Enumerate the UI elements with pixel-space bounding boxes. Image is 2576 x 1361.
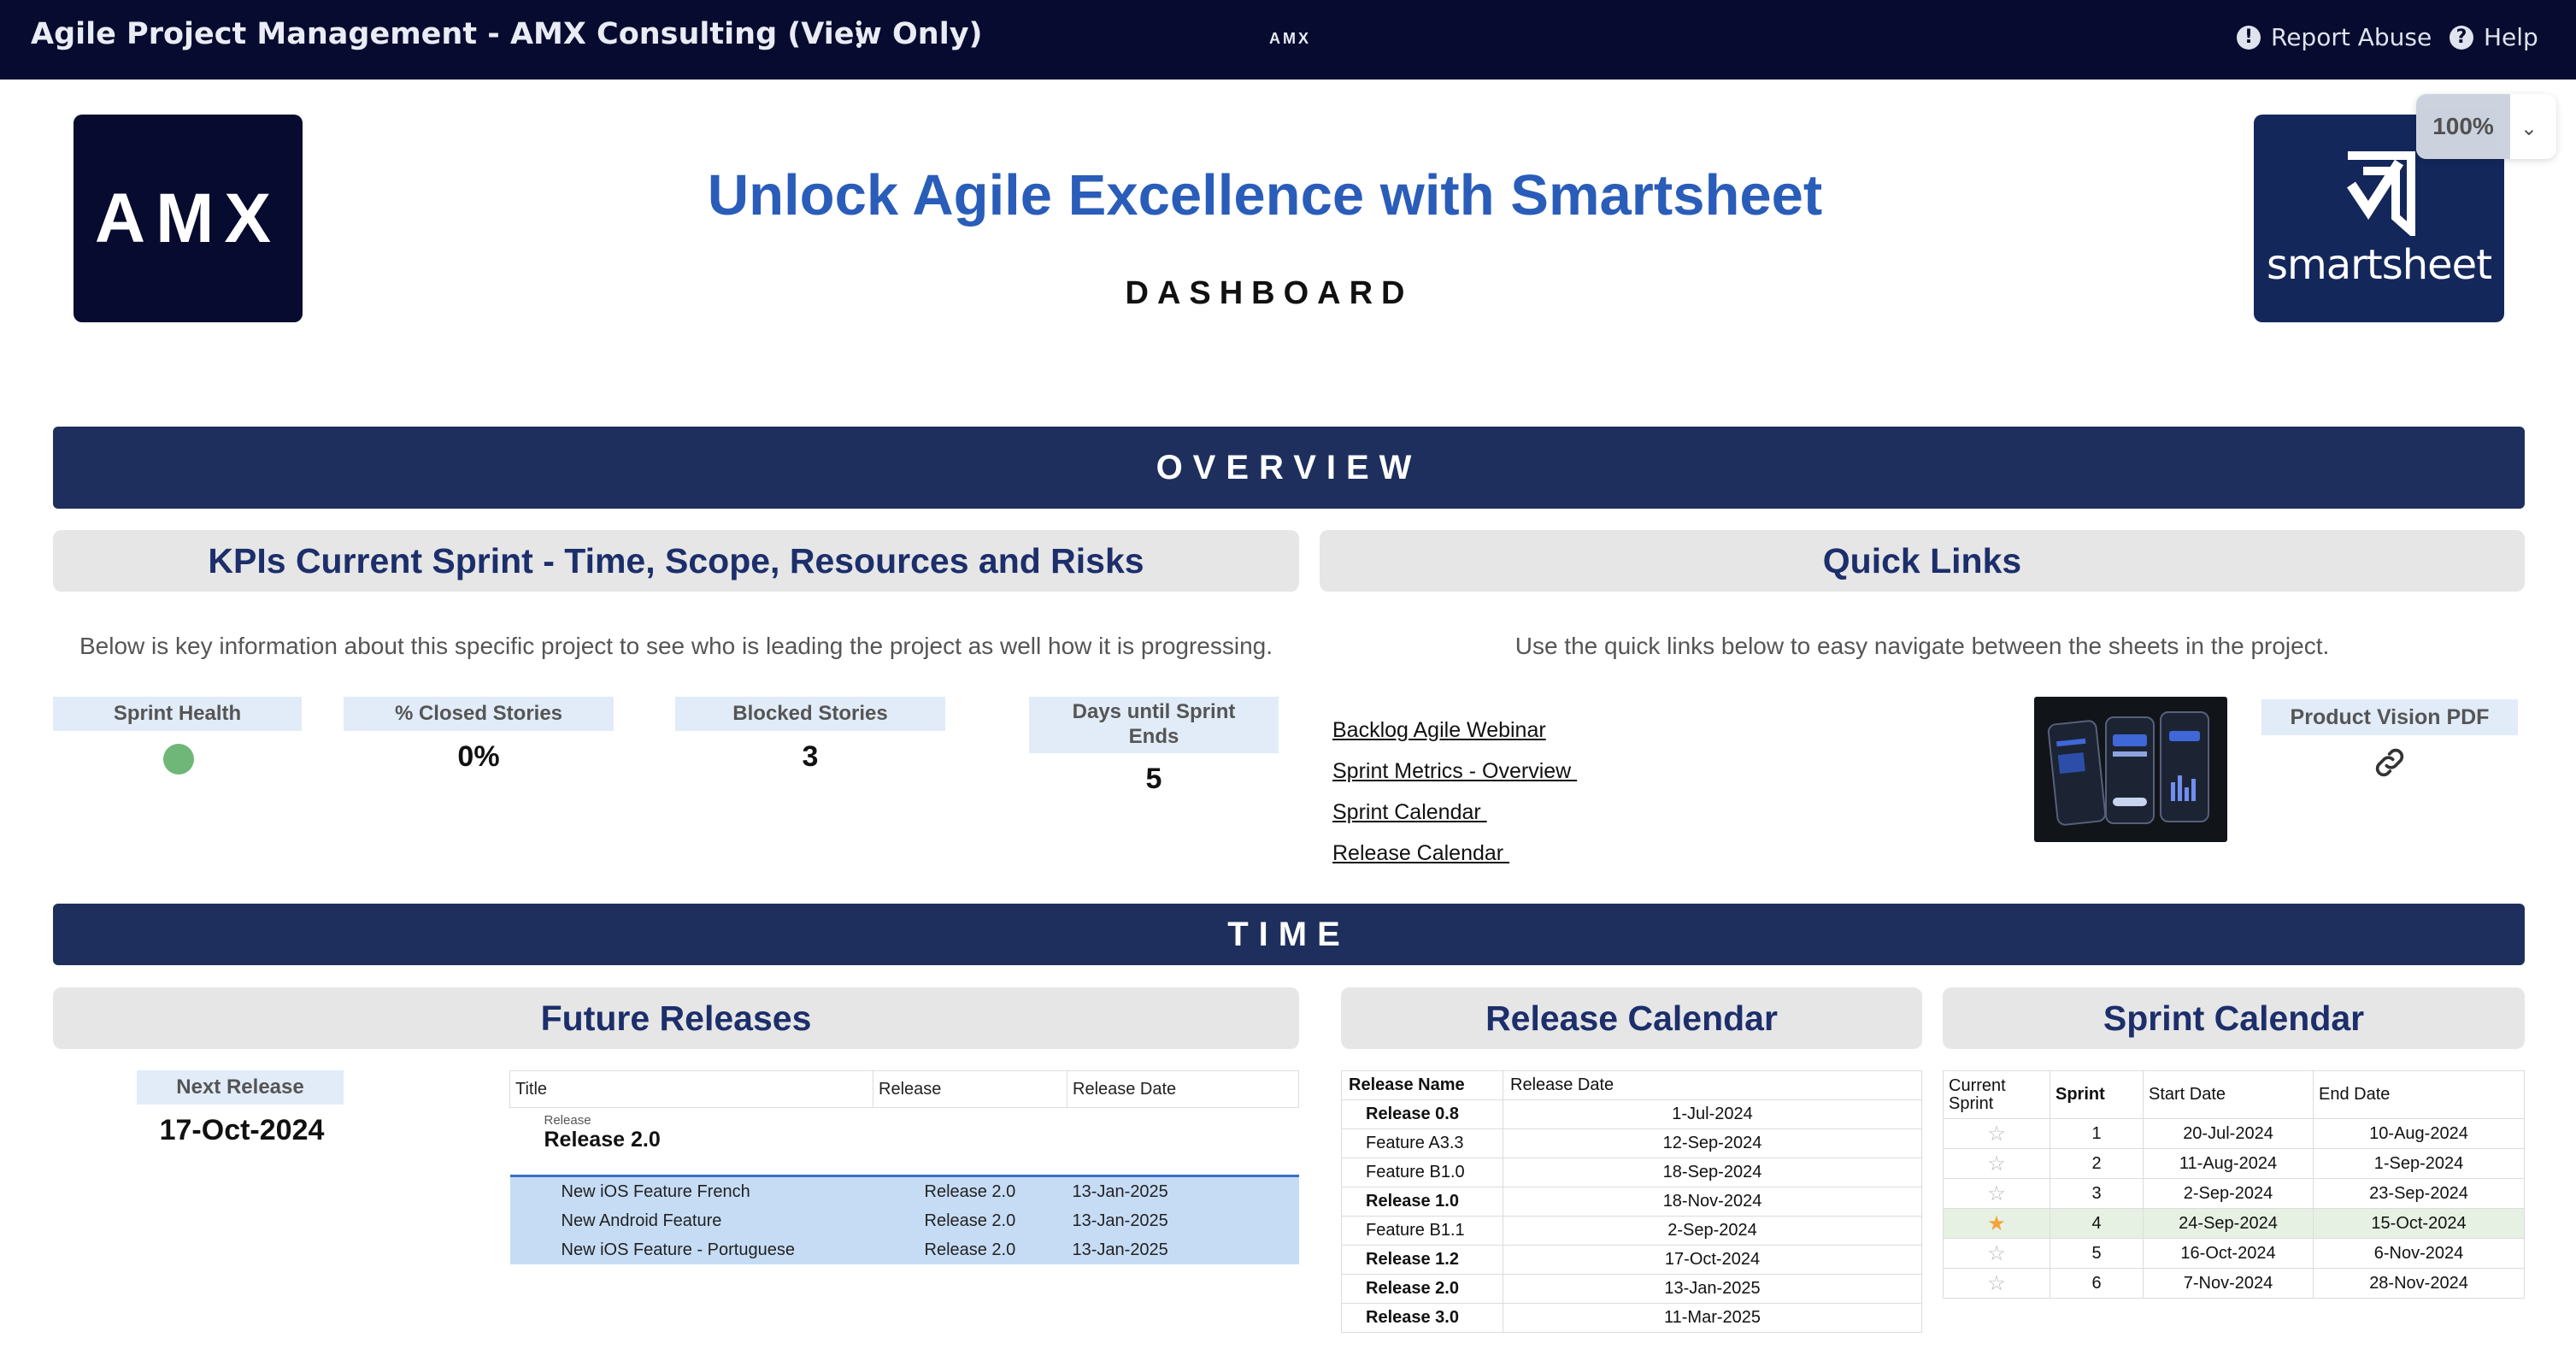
product-vision-pdf-label: Product Vision PDF bbox=[2261, 699, 2518, 735]
sprint-calendar-table: Current Sprint Sprint Start Date End Dat… bbox=[1943, 1070, 2525, 1299]
link-sprint-calendar[interactable]: Sprint Calendar bbox=[1332, 800, 1487, 825]
zoom-control[interactable]: 100% ⌄ bbox=[2416, 94, 2556, 159]
kpi-days-left-label: Days until Sprint Ends bbox=[1029, 697, 1279, 753]
amx-logo: AMX bbox=[74, 115, 303, 322]
table-row[interactable]: ☆ 2 11-Aug-2024 1-Sep-2024 bbox=[1943, 1148, 2525, 1179]
table-header-row: Release Name Release Date bbox=[1341, 1070, 1922, 1100]
star-icon[interactable]: ☆ bbox=[1987, 1242, 2006, 1265]
help-icon: ? bbox=[2450, 25, 2473, 50]
table-row[interactable]: Feature B1.1 2-Sep-2024 bbox=[1341, 1216, 1922, 1246]
link-icon[interactable] bbox=[2371, 744, 2408, 781]
star-icon[interactable]: ☆ bbox=[1987, 1152, 2006, 1175]
report-abuse-label: Report Abuse bbox=[2271, 23, 2432, 51]
table-row[interactable]: ☆ 3 2-Sep-2024 23-Sep-2024 bbox=[1943, 1178, 2525, 1209]
phone-mockup-graphic bbox=[2047, 711, 2209, 826]
column-header-start-date: Start Date bbox=[2143, 1070, 2314, 1119]
dashboard-subtitle: DASHBOARD bbox=[1125, 275, 1414, 311]
table-row[interactable]: ☆ 5 16-Oct-2024 6-Nov-2024 bbox=[1943, 1238, 2525, 1269]
smartsheet-check-icon bbox=[2347, 151, 2415, 236]
table-row[interactable]: Release 2.0 13-Jan-2025 bbox=[1341, 1274, 1922, 1304]
time-section-bar: TIME bbox=[53, 904, 2525, 965]
quick-links-description: Use the quick links below to easy naviga… bbox=[1514, 633, 2330, 659]
sprint-calendar-heading: Sprint Calendar bbox=[1943, 987, 2525, 1049]
help-link[interactable]: ? Help bbox=[2450, 23, 2538, 51]
kpi-sprint-health-label: Sprint Health bbox=[53, 697, 302, 731]
column-header-current-sprint: Current Sprint bbox=[1943, 1070, 2050, 1119]
report-abuse-link[interactable]: ! Report Abuse bbox=[2237, 23, 2432, 51]
table-row[interactable]: ☆ 1 20-Jul-2024 10-Aug-2024 bbox=[1943, 1118, 2525, 1149]
next-release-date: 17-Oct-2024 bbox=[159, 1114, 325, 1146]
future-releases-table: Title Release Release Date Release Relea… bbox=[509, 1070, 1299, 1264]
column-header-release-date: Release Date bbox=[1503, 1070, 1922, 1100]
table-row[interactable]: Feature B1.0 18-Sep-2024 bbox=[1341, 1158, 1922, 1187]
column-header-release: Release bbox=[873, 1070, 1067, 1108]
center-brand-label: AMX bbox=[1269, 30, 1311, 47]
next-release-label: Next Release bbox=[137, 1070, 344, 1105]
group-label: Release bbox=[544, 1113, 591, 1128]
kpi-days-left-value: 5 bbox=[1145, 763, 1162, 795]
future-releases-heading: Future Releases bbox=[53, 987, 1299, 1049]
star-icon[interactable]: ☆ bbox=[1987, 1272, 2006, 1295]
app-mockup-image[interactable] bbox=[2034, 697, 2227, 842]
table-row[interactable]: New iOS Feature French Release 2.0 13-Ja… bbox=[509, 1175, 1299, 1206]
table-row[interactable]: Feature A3.3 12-Sep-2024 bbox=[1341, 1128, 1922, 1158]
table-row-current[interactable]: ★ 4 24-Sep-2024 15-Oct-2024 bbox=[1943, 1208, 2525, 1239]
group-row: Release Release 2.0 bbox=[509, 1107, 1299, 1177]
quick-links-heading: Quick Links bbox=[1320, 530, 2525, 592]
star-icon[interactable]: ☆ bbox=[1987, 1182, 2006, 1205]
sprint-health-status-icon bbox=[163, 744, 194, 775]
kpi-description: Below is key information about this spec… bbox=[79, 633, 1273, 659]
link-release-calendar[interactable]: Release Calendar bbox=[1332, 841, 1509, 866]
column-header-title: Title bbox=[509, 1070, 873, 1108]
kpi-blocked-stories-value: 3 bbox=[802, 740, 819, 773]
table-row[interactable]: ☆ 6 7-Nov-2024 28-Nov-2024 bbox=[1943, 1268, 2525, 1299]
zoom-value: 100% bbox=[2416, 94, 2510, 159]
column-header-sprint: Sprint bbox=[2050, 1070, 2144, 1119]
table-header-row: Current Sprint Sprint Start Date End Dat… bbox=[1943, 1070, 2525, 1119]
app-title: Agile Project Management - AMX Consultin… bbox=[31, 17, 983, 51]
kpi-closed-stories-label: % Closed Stories bbox=[344, 697, 614, 731]
dashboard-title: Unlock Agile Excellence with Smartsheet bbox=[707, 163, 1823, 227]
table-row[interactable]: Release 3.0 11-Mar-2025 bbox=[1341, 1303, 1922, 1333]
release-calendar-heading: Release Calendar bbox=[1341, 987, 1922, 1049]
help-label: Help bbox=[2484, 23, 2538, 51]
table-row[interactable]: New iOS Feature - Portuguese Release 2.0… bbox=[509, 1235, 1299, 1264]
link-backlog-agile-webinar[interactable]: Backlog Agile Webinar bbox=[1332, 718, 1546, 743]
table-row[interactable]: New Android Feature Release 2.0 13-Jan-2… bbox=[509, 1206, 1299, 1235]
overview-section-bar: OVERVIEW bbox=[53, 427, 2525, 509]
table-row[interactable]: Release 0.8 1-Jul-2024 bbox=[1341, 1099, 1922, 1129]
star-filled-icon[interactable]: ★ bbox=[1987, 1212, 2006, 1235]
column-header-release-date: Release Date bbox=[1067, 1070, 1299, 1108]
more-options-icon[interactable] bbox=[856, 21, 863, 58]
table-header-row: Title Release Release Date bbox=[509, 1070, 1299, 1108]
table-row[interactable]: Release 1.0 18-Nov-2024 bbox=[1341, 1187, 1922, 1217]
smartsheet-wordmark: smartsheet bbox=[2266, 241, 2492, 289]
release-calendar-table: Release Name Release Date Release 0.8 1-J… bbox=[1341, 1070, 1922, 1333]
column-header-end-date: End Date bbox=[2313, 1070, 2525, 1119]
kpi-blocked-stories-label: Blocked Stories bbox=[675, 697, 945, 731]
chevron-down-icon: ⌄ bbox=[2520, 117, 2538, 140]
group-title: Release 2.0 bbox=[544, 1128, 661, 1152]
star-icon[interactable]: ☆ bbox=[1987, 1122, 2006, 1146]
kpi-panel-heading: KPIs Current Sprint - Time, Scope, Resou… bbox=[53, 530, 1299, 592]
kpi-closed-stories-value: 0% bbox=[457, 740, 500, 773]
column-header-release-name: Release Name bbox=[1341, 1070, 1503, 1100]
table-row[interactable]: Release 1.2 17-Oct-2024 bbox=[1341, 1245, 1922, 1275]
link-sprint-metrics[interactable]: Sprint Metrics - Overview bbox=[1332, 759, 1577, 784]
alert-icon: ! bbox=[2237, 25, 2261, 50]
